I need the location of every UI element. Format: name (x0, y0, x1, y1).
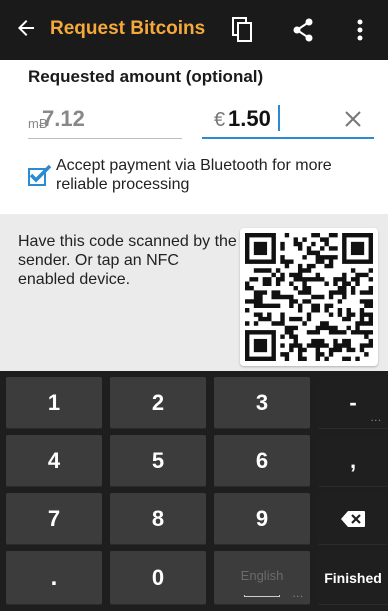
qr-code[interactable] (240, 228, 378, 366)
key-dash-label: - (349, 390, 357, 415)
back-arrow-icon[interactable] (14, 16, 38, 40)
key-6[interactable]: 6 (214, 435, 310, 487)
qr-instruction-text: Have this code scanned by the sender. Or… (18, 233, 237, 288)
space-bar-icon (244, 595, 280, 597)
key-backspace[interactable] (318, 493, 388, 545)
key-1-label: 1 (47, 390, 61, 415)
fiat-amount-field[interactable]: € 1.50 (202, 101, 374, 139)
btc-amount-field[interactable]: mɃ 7.12 (28, 101, 182, 139)
key-4-label: 4 (47, 448, 61, 473)
bluetooth-option-label[interactable]: Accept payment via Bluetooth for more re… (56, 156, 376, 194)
key-6-label: 6 (255, 448, 269, 473)
key-dash[interactable]: - ··· (318, 377, 388, 429)
key-7-label: 7 (47, 506, 61, 531)
backspace-icon (341, 511, 365, 527)
key-5[interactable]: 5 (110, 435, 206, 487)
euro-symbol: € (214, 109, 226, 131)
clear-icon[interactable] (342, 108, 364, 130)
copy-icon[interactable] (232, 17, 254, 43)
overflow-menu-icon[interactable] (352, 17, 368, 43)
key-language-label: English (240, 567, 284, 583)
key-7[interactable]: 7 (6, 493, 102, 545)
key-8[interactable]: 8 (110, 493, 206, 545)
key-decimal[interactable]: . (6, 551, 102, 605)
key-0[interactable]: 0 (110, 551, 206, 605)
key-comma[interactable]: , (318, 435, 388, 487)
key-finished-label: Finished (324, 570, 382, 586)
fiat-amount-value: 1.50 (228, 106, 271, 131)
key-3[interactable]: 3 (214, 377, 310, 429)
key-decimal-label: . (50, 564, 58, 591)
key-4[interactable]: 4 (6, 435, 102, 487)
key-1[interactable]: 1 (6, 377, 102, 429)
bluetooth-checkbox[interactable] (28, 164, 52, 186)
long-press-dots: ··· (371, 416, 382, 425)
qr-panel: Have this code scanned by the sender. Or… (0, 214, 388, 371)
share-icon[interactable] (290, 17, 316, 43)
page-title: Request Bitcoins (50, 18, 206, 39)
btc-amount-value: 7.12 (42, 106, 85, 131)
checkmark-icon (29, 164, 52, 183)
numeric-keyboard: 1 2 3 - ··· 4 5 6 , 7 8 9 . 0 English ··· … (0, 371, 388, 611)
key-8-label: 8 (151, 506, 165, 531)
key-2-label: 2 (151, 390, 165, 415)
action-bar: Request Bitcoins (0, 0, 388, 60)
key-9-label: 9 (255, 506, 269, 531)
key-9[interactable]: 9 (214, 493, 310, 545)
key-5-label: 5 (151, 448, 165, 473)
key-language-space[interactable]: English ··· (214, 551, 310, 605)
qr-code-icon (245, 233, 373, 361)
text-caret (278, 105, 280, 131)
key-0-label: 0 (151, 565, 165, 590)
key-finished[interactable]: Finished (318, 551, 388, 605)
requested-amount-label: Requested amount (optional) (28, 67, 264, 86)
key-comma-label: , (349, 448, 357, 473)
long-press-dots: ··· (293, 592, 304, 601)
key-3-label: 3 (255, 390, 269, 415)
key-2[interactable]: 2 (110, 377, 206, 429)
